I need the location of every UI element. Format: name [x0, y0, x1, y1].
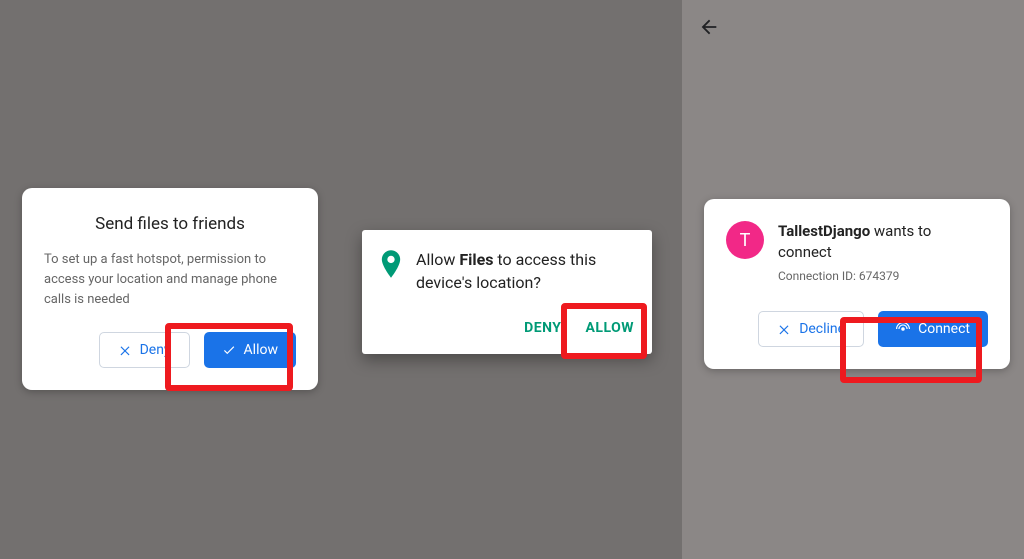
close-icon	[118, 343, 132, 357]
back-button[interactable]	[698, 16, 720, 42]
permission-message: Allow Files to access this device's loca…	[416, 248, 634, 294]
arrow-left-icon	[698, 16, 720, 38]
dialog-actions: Deny Allow	[44, 332, 296, 368]
permission-actions: DENY ALLOW	[380, 320, 634, 336]
connect-request-dialog: T TallestDjango wants to connect Connect…	[704, 199, 1010, 369]
user-name: TallestDjango	[778, 222, 870, 240]
deny-button[interactable]: DENY	[524, 320, 561, 336]
msg-app: Files	[459, 250, 493, 269]
deny-label: Deny	[140, 342, 171, 358]
close-icon	[777, 322, 791, 336]
location-pin-icon	[380, 250, 402, 294]
broadcast-icon	[896, 322, 910, 336]
connect-label: Connect	[918, 321, 970, 337]
send-files-dialog: Send files to friends To set up a fast h…	[22, 188, 318, 390]
allow-button[interactable]: ALLOW	[585, 320, 634, 336]
avatar-letter: T	[740, 230, 751, 251]
dialog-title: Send files to friends	[44, 214, 296, 234]
connect-actions: Decline Connect	[726, 311, 988, 347]
connection-id: Connection ID: 674379	[778, 269, 988, 283]
allow-button[interactable]: Allow	[204, 332, 296, 368]
deny-button[interactable]: Deny	[99, 332, 190, 368]
check-icon	[222, 343, 236, 357]
cid-label: Connection ID:	[778, 269, 859, 283]
cid-value: 674379	[859, 269, 899, 283]
connect-button[interactable]: Connect	[878, 311, 988, 347]
connect-message: TallestDjango wants to connect	[778, 221, 988, 263]
decline-label: Decline	[799, 321, 845, 337]
location-permission-dialog: Allow Files to access this device's loca…	[362, 230, 652, 354]
dialog-description: To set up a fast hotspot, permission to …	[44, 250, 296, 310]
msg-prefix: Allow	[416, 250, 459, 269]
allow-label: Allow	[244, 342, 278, 358]
avatar: T	[726, 221, 764, 259]
decline-button[interactable]: Decline	[758, 311, 864, 347]
